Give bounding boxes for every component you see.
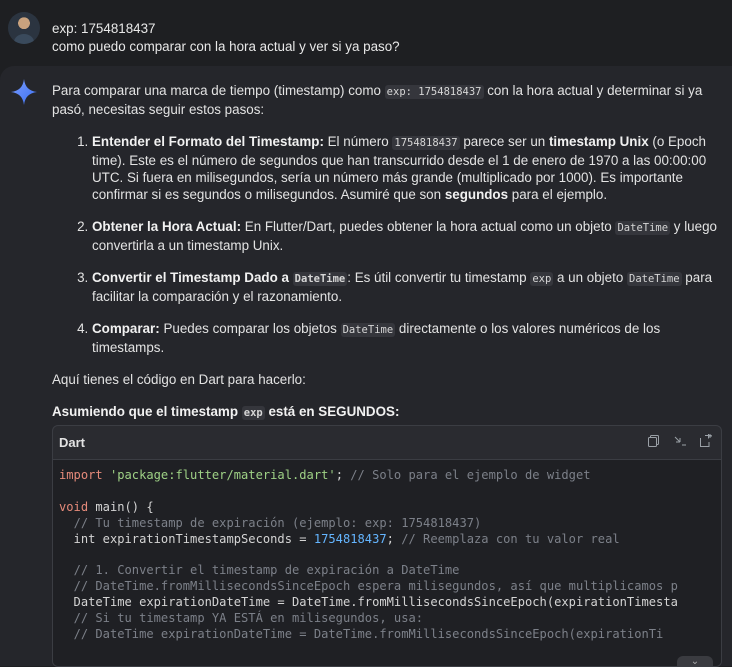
code-line: int expirationTimestampSeconds = 1754818… <box>59 531 620 546</box>
inline-code: exp <box>241 406 265 420</box>
code-block: Dart import 'package:flutter/material.da… <box>52 425 722 667</box>
step-text: a un objeto <box>553 270 627 285</box>
code-content: import 'package:flutter/material.dart'; … <box>53 460 721 666</box>
step-bold: timestamp Unix <box>548 134 649 149</box>
code-line: // DateTime.fromMillisecondsSinceEpoch e… <box>73 579 678 594</box>
gemini-star-icon <box>11 79 37 105</box>
user-message-line-1: exp: 1754818437 <box>52 21 156 36</box>
intro-text: Para comparar una marca de tiempo (times… <box>52 83 385 98</box>
step-title: Obtener la Hora Actual: <box>92 219 242 234</box>
assumption-text-2: está en SEGUNDOS: <box>264 404 400 419</box>
step-item-3: Convertir el Timestamp Dado a DateTime: … <box>92 269 724 305</box>
code-language-label: Dart <box>59 435 86 450</box>
inline-code: exp: 1754818437 <box>384 85 484 99</box>
step-text: Puedes comparar los objetos <box>159 321 341 336</box>
step-title-text: Convertir el Timestamp Dado a <box>92 270 293 285</box>
step-text: parece ser un <box>459 134 549 149</box>
code-line: // DateTime expirationDateTime = DateTim… <box>73 627 664 642</box>
code-block-header: Dart <box>53 426 721 460</box>
assumption-text: Asumiendo que el timestamp <box>52 404 242 419</box>
step-title: Convertir el Timestamp Dado a DateTime <box>92 270 348 286</box>
step-text: El número <box>323 134 393 149</box>
user-avatar <box>8 12 40 44</box>
inline-code: DateTime <box>627 272 682 286</box>
copy-icon[interactable] <box>647 434 661 448</box>
inline-code: DateTime <box>615 221 671 235</box>
user-message-row <box>8 12 40 44</box>
inline-code: 1754818437 <box>392 136 460 150</box>
wrap-icon[interactable] <box>673 434 687 448</box>
user-message-line-2: como puedo comparar con la hora actual y… <box>52 39 400 54</box>
code-toolbar <box>647 434 713 448</box>
expand-icon[interactable] <box>699 434 713 448</box>
intro-paragraph: Para comparar una marca de tiempo (times… <box>52 82 724 118</box>
inline-code: DateTime <box>340 323 396 337</box>
code-line: // Si tu timestamp YA ESTÁ en milisegund… <box>73 611 424 626</box>
steps-list: Entender el Formato del Timestamp: El nú… <box>52 133 724 356</box>
step-item-1: Entender el Formato del Timestamp: El nú… <box>92 133 724 203</box>
step-item-4: Comparar: Puedes comparar los objetos Da… <box>92 320 724 356</box>
code-line: import 'package:flutter/material.dart'; … <box>59 468 591 482</box>
code-line: // Tu timestamp de expiración (ejemplo: … <box>73 515 482 530</box>
step-title: Comparar: <box>92 321 160 336</box>
code-line: DateTime expirationDateTime = DateTime.f… <box>73 595 678 610</box>
inline-code: DateTime <box>292 272 348 286</box>
code-line: void main() { <box>59 499 154 514</box>
dart-intro: Aquí tienes el código en Dart para hacer… <box>52 372 306 387</box>
step-text: para el ejemplo. <box>508 187 608 202</box>
code-line: // 1. Convertir el timestamp de expiraci… <box>73 563 460 578</box>
assumption-heading: Asumiendo que el timestamp exp está en S… <box>52 403 724 422</box>
scroll-down-button[interactable]: ⌄ <box>677 656 713 666</box>
step-text: : Es útil convertir tu timestamp <box>347 270 531 285</box>
inline-code: exp <box>530 272 554 286</box>
step-item-2: Obtener la Hora Actual: En Flutter/Dart,… <box>92 218 724 254</box>
user-message: exp: 1754818437 como puedo comparar con … <box>52 20 400 56</box>
step-text: En Flutter/Dart, puedes obtener la hora … <box>241 219 616 234</box>
step-title: Entender el Formato del Timestamp: <box>92 134 324 149</box>
assistant-message: Para comparar una marca de tiempo (times… <box>52 82 724 422</box>
step-bold: segundos <box>444 187 509 202</box>
